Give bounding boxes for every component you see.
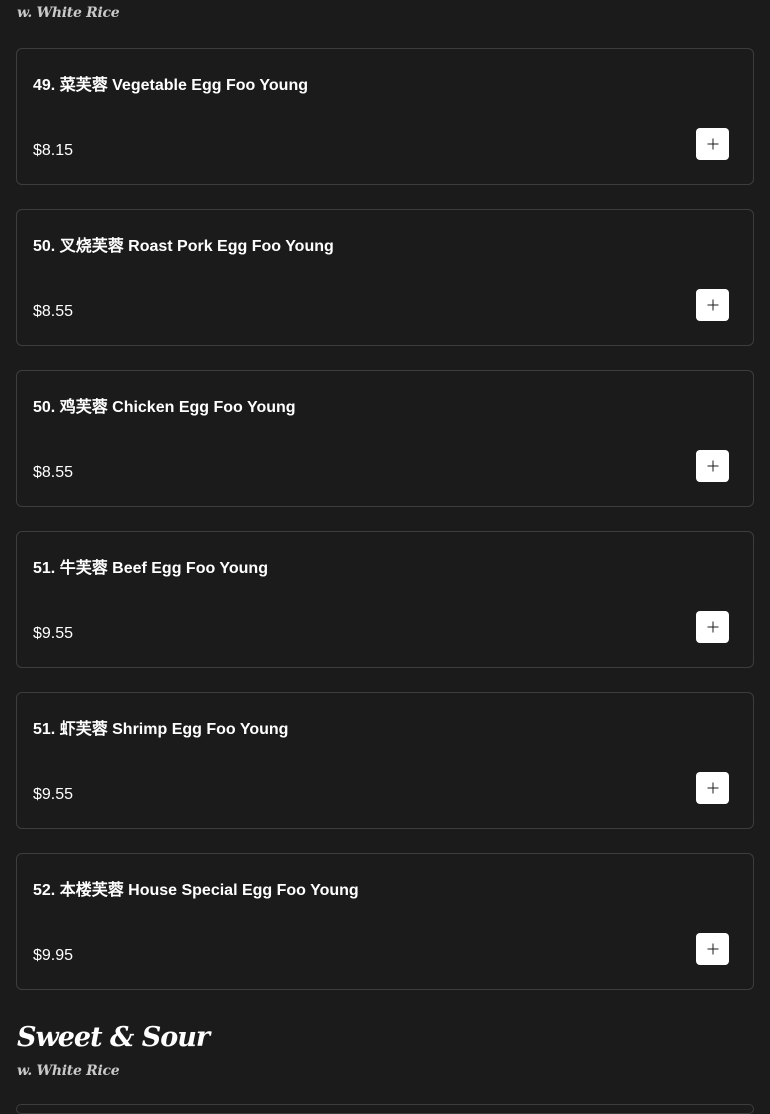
- menu-item-card[interactable]: [16, 1104, 754, 1114]
- plus-icon: [707, 621, 718, 633]
- section-subtitle: w. White Rice: [17, 5, 120, 21]
- section-subtitle: w. White Rice: [17, 1063, 120, 1079]
- menu-item-card[interactable]: 50. 鸡芙蓉 Chicken Egg Foo Young $8.55: [16, 370, 754, 507]
- add-to-cart-button[interactable]: [696, 933, 729, 965]
- menu-page: w. White Rice 49. 菜芙蓉 Vegetable Egg Foo …: [0, 0, 770, 1114]
- item-price: $9.55: [33, 625, 74, 642]
- menu-item-card[interactable]: 50. 叉烧芙蓉 Roast Pork Egg Foo Young $8.55: [16, 209, 754, 346]
- menu-item-card[interactable]: 49. 菜芙蓉 Vegetable Egg Foo Young $8.15: [16, 48, 754, 185]
- item-name: 49. 菜芙蓉 Vegetable Egg Foo Young: [33, 77, 309, 94]
- menu-item-card[interactable]: 51. 虾芙蓉 Shrimp Egg Foo Young $9.55: [16, 692, 754, 829]
- item-price: $8.55: [33, 464, 74, 481]
- add-to-cart-button[interactable]: [696, 611, 729, 643]
- item-price: $8.55: [33, 303, 74, 320]
- menu-item-card[interactable]: 51. 牛芙蓉 Beef Egg Foo Young $9.55: [16, 531, 754, 668]
- add-to-cart-button[interactable]: [696, 450, 729, 482]
- item-price: $9.55: [33, 786, 74, 803]
- item-name: 50. 叉烧芙蓉 Roast Pork Egg Foo Young: [33, 238, 334, 255]
- section-title: Sweet & Sour: [17, 1022, 210, 1053]
- plus-icon: [707, 460, 718, 472]
- plus-icon: [707, 943, 718, 955]
- item-price: $9.95: [33, 947, 74, 964]
- plus-icon: [707, 138, 718, 150]
- menu-item-list: 49. 菜芙蓉 Vegetable Egg Foo Young $8.15 50…: [16, 48, 754, 1014]
- menu-item-card[interactable]: 52. 本楼芙蓉 House Special Egg Foo Young $9.…: [16, 853, 754, 990]
- item-name: 50. 鸡芙蓉 Chicken Egg Foo Young: [33, 399, 296, 416]
- plus-icon: [707, 782, 718, 794]
- item-name: 51. 牛芙蓉 Beef Egg Foo Young: [33, 560, 268, 577]
- add-to-cart-button[interactable]: [696, 772, 729, 804]
- item-name: 51. 虾芙蓉 Shrimp Egg Foo Young: [33, 721, 289, 738]
- item-price: $8.15: [33, 142, 74, 159]
- plus-icon: [707, 299, 718, 311]
- add-to-cart-button[interactable]: [696, 289, 729, 321]
- item-name: 52. 本楼芙蓉 House Special Egg Foo Young: [33, 882, 359, 899]
- add-to-cart-button[interactable]: [696, 128, 729, 160]
